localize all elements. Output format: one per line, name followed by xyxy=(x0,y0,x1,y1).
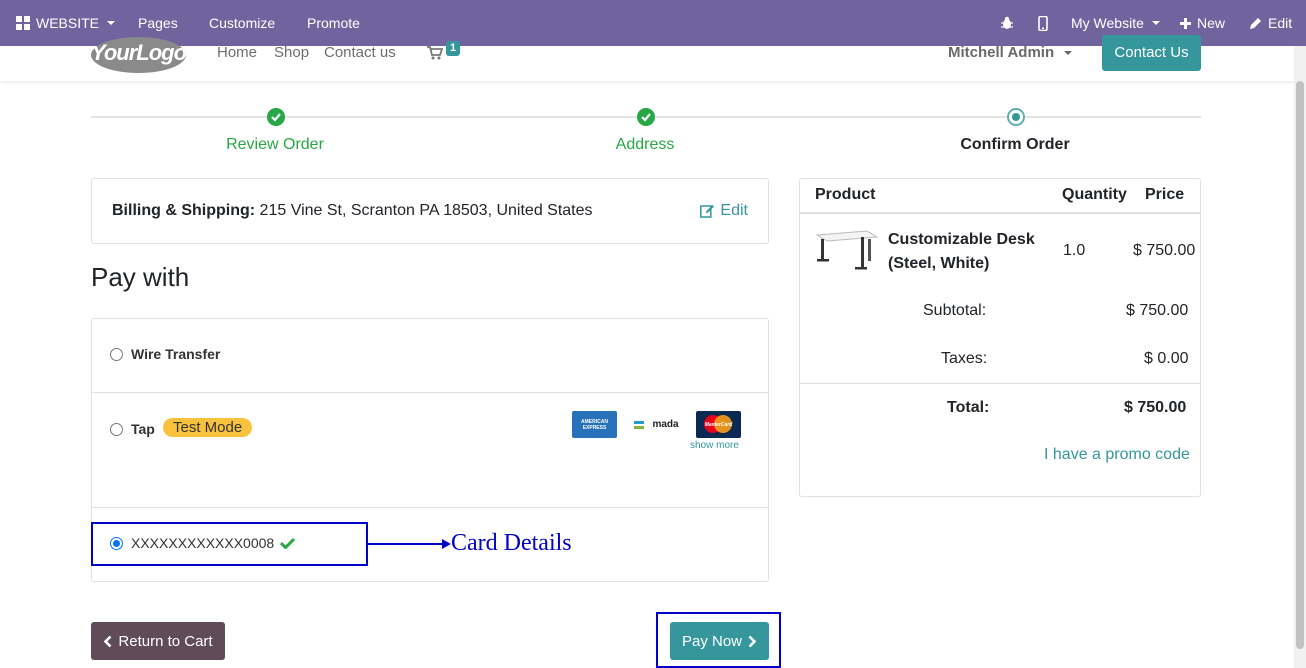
nav-home[interactable]: Home xyxy=(217,44,257,61)
mastercard-icon: MasterCard xyxy=(696,411,741,438)
step-done-check-icon xyxy=(267,108,285,126)
card-details-highlight-box xyxy=(91,522,368,566)
step-address[interactable]: Address xyxy=(545,136,745,154)
shopping-cart-icon[interactable] xyxy=(427,46,443,60)
site-logo[interactable]: YourLogo xyxy=(91,37,186,73)
wire-transfer-radio[interactable] xyxy=(110,348,123,361)
pay-with-heading: Pay with xyxy=(91,262,190,292)
mobile-icon xyxy=(1038,15,1048,31)
card-details-annotation: Card Details xyxy=(451,530,572,556)
product-name[interactable]: Customizable Desk (Steel, White) xyxy=(888,228,1058,276)
user-name: Mitchell Admin xyxy=(948,44,1055,61)
tap-label: Tap xyxy=(131,421,155,437)
customize-menu[interactable]: Customize xyxy=(209,0,275,46)
subtotal-label: Subtotal: xyxy=(923,302,987,319)
test-mode-badge: Test Mode xyxy=(163,418,253,437)
caret-down-icon xyxy=(1151,21,1160,25)
apps-icon xyxy=(16,16,30,30)
pay-now-label: Pay Now xyxy=(681,632,743,650)
annotation-arrow-head-icon xyxy=(442,539,451,549)
product-quantity: 1.0 xyxy=(1063,242,1086,259)
cart-count-badge: 1 xyxy=(446,41,461,56)
pay-now-button[interactable]: Pay Now xyxy=(670,622,769,660)
taxes-value: $ 0.00 xyxy=(1144,350,1189,367)
total-label: Total: xyxy=(947,399,990,416)
scrollbar-thumb[interactable] xyxy=(1296,81,1304,649)
mobile-preview-button[interactable] xyxy=(1038,0,1048,46)
nav-contact-us[interactable]: Contact us xyxy=(324,44,396,61)
billing-edit-link[interactable]: Edit xyxy=(700,202,748,220)
edit-button[interactable]: Edit xyxy=(1250,0,1292,46)
debug-button[interactable] xyxy=(1000,0,1014,46)
billing-address: Billing & Shipping: 215 Vine St, Scranto… xyxy=(112,202,593,220)
caret-down-icon xyxy=(1064,50,1073,55)
caret-down-icon xyxy=(107,21,116,25)
total-divider xyxy=(800,383,1200,384)
billing-address-value: 215 Vine St, Scranton PA 18503, United S… xyxy=(259,202,593,219)
contact-us-button[interactable]: Contact Us xyxy=(1102,35,1201,71)
bug-icon xyxy=(1001,16,1013,29)
subtotal-value: $ 750.00 xyxy=(1126,302,1189,319)
billing-shipping-card: Billing & Shipping: 215 Vine St, Scranto… xyxy=(91,178,769,244)
taxes-label: Taxes: xyxy=(941,350,988,367)
step-review-order[interactable]: Review Order xyxy=(175,136,375,154)
return-to-cart-button[interactable]: Return to Cart xyxy=(91,622,225,660)
wire-transfer-label: Wire Transfer xyxy=(131,346,221,362)
edit-icon xyxy=(700,205,715,218)
website-menu[interactable]: WEBSITE xyxy=(16,0,116,46)
billing-label: Billing & Shipping: xyxy=(112,202,256,219)
new-label: New xyxy=(1197,15,1226,31)
edit-label: Edit xyxy=(1268,15,1293,31)
step-confirm-order: Confirm Order xyxy=(960,136,1070,153)
return-to-cart-label: Return to Cart xyxy=(118,632,213,650)
summary-header-divider xyxy=(800,212,1200,214)
pencil-icon xyxy=(1250,18,1261,29)
step-done-check-icon xyxy=(637,108,655,126)
annotation-arrow-line xyxy=(368,543,444,545)
plus-icon xyxy=(1180,17,1191,29)
site-header xyxy=(0,46,1294,81)
product-column-header: Product xyxy=(815,186,876,203)
chevron-right-icon xyxy=(748,635,757,647)
tap-radio[interactable] xyxy=(110,423,123,436)
mada-card-text: mada xyxy=(652,419,679,430)
promo-code-link[interactable]: I have a promo code xyxy=(1044,446,1190,464)
user-menu[interactable]: Mitchell Admin xyxy=(948,44,1073,61)
step-current-dot-icon xyxy=(1007,108,1025,126)
chevron-left-icon xyxy=(104,635,112,647)
show-more-link[interactable]: show more xyxy=(690,440,739,451)
product-price: $ 750.00 xyxy=(1133,242,1196,259)
desk-product-image[interactable] xyxy=(815,227,879,275)
mastercard-card-text: MasterCard xyxy=(704,421,733,428)
nav-shop[interactable]: Shop xyxy=(274,44,309,61)
total-value: $ 750.00 xyxy=(1124,399,1187,416)
mada-icon: mada xyxy=(634,411,679,438)
american-express-icon: AMERICAN EXPRESS xyxy=(572,411,617,438)
amex-card-text: AMERICAN EXPRESS xyxy=(581,418,608,431)
website-menu-label: WEBSITE xyxy=(36,15,100,31)
price-column-header: Price xyxy=(1145,186,1185,203)
billing-edit-label: Edit xyxy=(720,202,748,219)
promote-menu[interactable]: Promote xyxy=(307,0,360,46)
quantity-column-header: Quantity xyxy=(1062,186,1127,203)
